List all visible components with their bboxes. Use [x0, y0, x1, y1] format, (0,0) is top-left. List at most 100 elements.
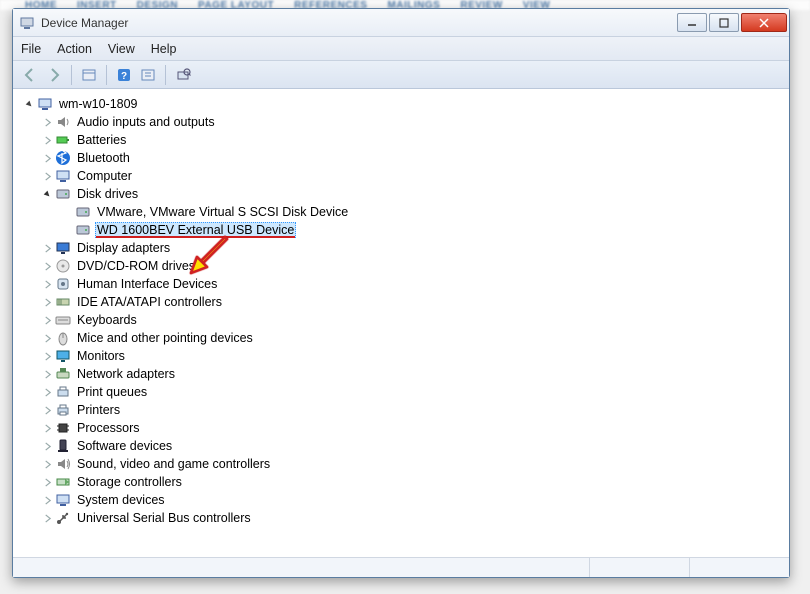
tree-node[interactable]: Batteries [39, 131, 785, 149]
menubar: File Action View Help [13, 37, 789, 61]
tree-node-label: Human Interface Devices [75, 277, 219, 291]
tree-leaf-node[interactable]: VMware, VMware Virtual S SCSI Disk Devic… [73, 203, 785, 221]
bluetooth-icon [55, 150, 71, 166]
tree-node[interactable]: Keyboards [39, 311, 785, 329]
expander-icon[interactable] [41, 350, 53, 362]
app-icon [19, 15, 35, 31]
expander-icon[interactable] [41, 494, 53, 506]
system-icon [55, 492, 71, 508]
tree-leaf-node[interactable]: WD 1600BEV External USB Device [73, 221, 785, 239]
expander-icon[interactable] [41, 476, 53, 488]
expander-icon[interactable] [41, 260, 53, 272]
tree-node[interactable]: System devices [39, 491, 785, 509]
expander-icon[interactable] [41, 458, 53, 470]
titlebar[interactable]: Device Manager [13, 9, 789, 37]
expander-icon[interactable] [41, 242, 53, 254]
expander-icon[interactable] [41, 404, 53, 416]
maximize-button[interactable] [709, 13, 739, 32]
tree-leaf-label: WD 1600BEV External USB Device [95, 222, 296, 238]
tree-node[interactable]: Universal Serial Bus controllers [39, 509, 785, 527]
expander-icon[interactable] [41, 296, 53, 308]
toolbar-separator [71, 65, 72, 85]
mouse-icon [55, 330, 71, 346]
battery-icon [55, 132, 71, 148]
cpu-icon [55, 420, 71, 436]
device-tree[interactable]: wm-w10-1809 Audio inputs and outputs Batte… [13, 89, 789, 557]
tree-node[interactable]: Human Interface Devices [39, 275, 785, 293]
tree-node-label: Processors [75, 421, 142, 435]
storage-icon [55, 474, 71, 490]
tree-node-label: Storage controllers [75, 475, 184, 489]
tree-node[interactable]: Processors [39, 419, 785, 437]
computer-icon [55, 168, 71, 184]
disk-icon [55, 186, 71, 202]
toolbar: ? [13, 61, 789, 89]
window-title: Device Manager [41, 16, 675, 30]
network-icon [55, 366, 71, 382]
tree-node-label: Universal Serial Bus controllers [75, 511, 253, 525]
hid-icon [55, 276, 71, 292]
expander-icon[interactable] [23, 98, 35, 110]
computer-icon [37, 96, 53, 112]
toolbar-separator [106, 65, 107, 85]
back-button[interactable] [19, 64, 41, 86]
menu-view[interactable]: View [108, 42, 135, 56]
tree-node[interactable]: Audio inputs and outputs [39, 113, 785, 131]
menu-action[interactable]: Action [57, 42, 92, 56]
tree-node[interactable]: IDE ATA/ATAPI controllers [39, 293, 785, 311]
expander-icon[interactable] [41, 440, 53, 452]
tree-node-label: DVD/CD-ROM drives [75, 259, 197, 273]
tree-node-label: Keyboards [75, 313, 139, 327]
expander-icon[interactable] [41, 386, 53, 398]
tree-node-label: Sound, video and game controllers [75, 457, 272, 471]
tree-node[interactable]: Software devices [39, 437, 785, 455]
tree-node[interactable]: Disk drives [39, 185, 785, 203]
expander-icon[interactable] [41, 116, 53, 128]
expander-icon[interactable] [41, 314, 53, 326]
keyboard-icon [55, 312, 71, 328]
tree-root-node[interactable]: wm-w10-1809 [21, 95, 785, 113]
expander-icon[interactable] [41, 368, 53, 380]
expander-icon[interactable] [41, 278, 53, 290]
tree-node-label: Audio inputs and outputs [75, 115, 217, 129]
tree-node-label: Mice and other pointing devices [75, 331, 255, 345]
expander-icon[interactable] [41, 188, 53, 200]
tree-node-label: Monitors [75, 349, 127, 363]
show-hide-tree-button[interactable] [78, 64, 100, 86]
expander-icon[interactable] [41, 422, 53, 434]
audio-icon [55, 114, 71, 130]
tree-node[interactable]: Network adapters [39, 365, 785, 383]
menu-file[interactable]: File [21, 42, 41, 56]
display-icon [55, 240, 71, 256]
toolbar-separator [165, 65, 166, 85]
tree-node-label: System devices [75, 493, 167, 507]
help-button[interactable]: ? [113, 64, 135, 86]
ide-icon [55, 294, 71, 310]
tree-node[interactable]: Print queues [39, 383, 785, 401]
expander-icon[interactable] [41, 332, 53, 344]
svg-text:?: ? [121, 71, 127, 82]
tree-node[interactable]: Computer [39, 167, 785, 185]
tree-node[interactable]: DVD/CD-ROM drives [39, 257, 785, 275]
tree-node-label: Disk drives [75, 187, 140, 201]
properties-button[interactable] [137, 64, 159, 86]
close-button[interactable] [741, 13, 787, 32]
tree-node-label: Batteries [75, 133, 128, 147]
tree-node[interactable]: Mice and other pointing devices [39, 329, 785, 347]
tree-node[interactable]: Printers [39, 401, 785, 419]
tree-node[interactable]: Storage controllers [39, 473, 785, 491]
minimize-button[interactable] [677, 13, 707, 32]
expander-icon[interactable] [41, 152, 53, 164]
menu-help[interactable]: Help [151, 42, 177, 56]
tree-node[interactable]: Monitors [39, 347, 785, 365]
tree-node[interactable]: Bluetooth [39, 149, 785, 167]
expander-icon[interactable] [41, 134, 53, 146]
tree-node[interactable]: Sound, video and game controllers [39, 455, 785, 473]
tree-node[interactable]: Display adapters [39, 239, 785, 257]
forward-button[interactable] [43, 64, 65, 86]
printer-icon [55, 402, 71, 418]
expander-icon[interactable] [41, 512, 53, 524]
expander-icon[interactable] [41, 170, 53, 182]
scan-hardware-button[interactable] [172, 64, 194, 86]
monitor-icon [55, 348, 71, 364]
